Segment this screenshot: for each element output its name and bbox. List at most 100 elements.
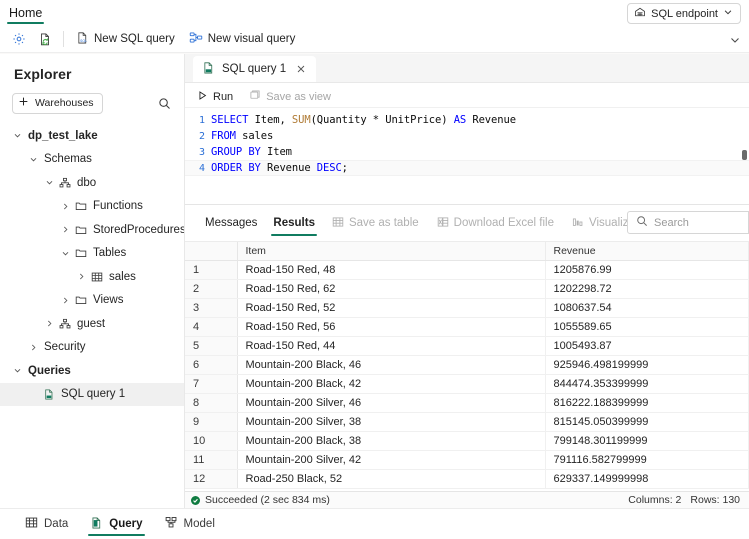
editor-toolbar: Run Save as view — [185, 86, 749, 108]
chevron-right-icon[interactable] — [26, 343, 40, 352]
cell-item[interactable]: Mountain-200 Silver, 42 — [237, 450, 546, 470]
play-icon — [197, 90, 208, 104]
folder-icon — [72, 224, 89, 236]
cell-item[interactable]: Road-250 Black, 52 — [237, 469, 546, 489]
table-row[interactable]: 4 Road-150 Red, 56 1055589.65 — [185, 317, 749, 337]
code-line: 1 SELECT Item, SUM(Quantity * UnitPrice) … — [185, 112, 749, 128]
chevron-down-icon[interactable] — [42, 178, 56, 187]
cell-revenue[interactable]: 791116.582799999 — [545, 450, 749, 470]
add-warehouses-button[interactable]: Warehouses — [12, 92, 103, 114]
ribbon-expand-chevron-icon[interactable] — [729, 33, 741, 51]
chevron-right-icon[interactable] — [74, 272, 88, 281]
editor-vertical-scrollbar[interactable] — [742, 150, 747, 160]
tree-item-dbo[interactable]: dbo — [0, 171, 184, 195]
sql-endpoint-label: SQL endpoint — [651, 7, 718, 20]
tree-item-sales[interactable]: sales — [0, 265, 184, 289]
tree-item-dp-test-lake[interactable]: dp_test_lake — [0, 124, 184, 148]
table-row[interactable]: 7 Mountain-200 Black, 42 844474.353399999 — [185, 374, 749, 394]
cell-item[interactable]: Road-150 Red, 62 — [237, 279, 546, 299]
table-row[interactable]: 1 Road-150 Red, 48 1205876.99 — [185, 260, 749, 280]
table-row[interactable]: 3 Road-150 Red, 52 1080637.54 — [185, 298, 749, 318]
save-as-view-button[interactable]: Save as view — [242, 87, 338, 107]
cell-item[interactable]: Mountain-200 Black, 38 — [237, 431, 546, 451]
cell-item[interactable]: Road-150 Red, 44 — [237, 336, 546, 356]
table-row[interactable]: 6 Mountain-200 Black, 46 925946.498199999 — [185, 355, 749, 375]
cell-revenue[interactable]: 816222.188399999 — [545, 393, 749, 413]
cell-revenue[interactable]: 799148.301199999 — [545, 431, 749, 451]
mode-item-model[interactable]: Model — [156, 509, 224, 539]
table-row[interactable]: 9 Mountain-200 Silver, 38 815145.050399999 — [185, 412, 749, 432]
settings-icon[interactable] — [6, 28, 32, 51]
cell-revenue[interactable]: 1055589.65 — [545, 317, 749, 337]
tree-item-storedprocedures[interactable]: StoredProcedures — [0, 218, 184, 242]
chevron-right-icon[interactable] — [58, 225, 72, 234]
tab-messages[interactable]: Messages — [197, 205, 265, 241]
chevron-down-icon[interactable] — [10, 366, 24, 375]
table-row[interactable]: 12 Road-250 Black, 52 629337.149999998 — [185, 469, 749, 489]
tree-item-views[interactable]: Views — [0, 289, 184, 313]
tree-item-guest[interactable]: guest — [0, 312, 184, 336]
cell-revenue[interactable]: 844474.353399999 — [545, 374, 749, 394]
mode-item-query[interactable]: Query — [81, 509, 151, 539]
chevron-down-icon[interactable] — [58, 249, 72, 258]
column-header-revenue[interactable]: Revenue — [545, 242, 749, 261]
table-row[interactable]: 11 Mountain-200 Silver, 42 791116.58279999… — [185, 450, 749, 470]
new-visual-query-button[interactable]: New visual query — [182, 28, 303, 51]
chevron-down-icon[interactable] — [10, 131, 24, 140]
table-row[interactable]: 10 Mountain-200 Black, 38 799148.301199999 — [185, 431, 749, 451]
cell-item[interactable]: Road-150 Red, 56 — [237, 317, 546, 337]
table-row[interactable]: 2 Road-150 Red, 62 1202298.72 — [185, 279, 749, 299]
chevron-right-icon[interactable] — [42, 319, 56, 328]
results-search-input[interactable]: Search — [627, 211, 749, 234]
cell-revenue[interactable]: 1005493.87 — [545, 336, 749, 356]
document-tab-sql-query-1[interactable]: SQL query 1 — [193, 56, 317, 82]
table-row[interactable]: 8 Mountain-200 Silver, 46 816222.188399999 — [185, 393, 749, 413]
close-icon[interactable] — [293, 61, 309, 77]
cell-item[interactable]: Mountain-200 Silver, 46 — [237, 393, 546, 413]
cell-revenue[interactable]: 925946.498199999 — [545, 355, 749, 375]
tree-item-security[interactable]: Security — [0, 336, 184, 360]
results-search-placeholder: Search — [654, 216, 689, 229]
tree-item-queries[interactable]: Queries — [0, 359, 184, 383]
new-sql-query-button[interactable]: SQL New SQL query — [69, 28, 182, 51]
sql-code-editor[interactable]: 1 SELECT Item, SUM(Quantity * UnitPrice) … — [185, 108, 749, 204]
cell-revenue[interactable]: 629337.149999998 — [545, 469, 749, 489]
cell-revenue[interactable]: 1202298.72 — [545, 279, 749, 299]
column-header-rownum[interactable] — [185, 242, 238, 261]
cell-item[interactable]: Road-150 Red, 52 — [237, 298, 546, 318]
cell-item[interactable]: Mountain-200 Black, 46 — [237, 355, 546, 375]
chevron-right-icon[interactable] — [58, 202, 72, 211]
ribbon-tab-home[interactable]: Home — [0, 0, 51, 26]
save-as-table-button[interactable]: Save as table — [323, 205, 428, 241]
chevron-right-icon[interactable] — [58, 296, 72, 305]
save-as-view-label: Save as view — [266, 90, 331, 103]
cell-item[interactable]: Road-150 Red, 48 — [237, 260, 546, 280]
tree-item-sql-query-1[interactable]: SQL query 1 — [0, 382, 184, 406]
tree-item-label: dp_test_lake — [28, 129, 98, 142]
mode-item-data[interactable]: Data — [16, 509, 77, 539]
save-view-icon — [249, 89, 261, 104]
cell-item[interactable]: Mountain-200 Black, 42 — [237, 374, 546, 394]
chevron-down-icon[interactable] — [26, 155, 40, 164]
cell-revenue[interactable]: 1080637.54 — [545, 298, 749, 318]
refresh-file-icon[interactable] — [32, 28, 58, 51]
sql-endpoint-selector[interactable]: SQL endpoint — [627, 3, 741, 24]
tree-item-functions[interactable]: Functions — [0, 195, 184, 219]
results-grid-container[interactable]: Item Revenue 1 Road-150 Red, 48 1205876.99… — [185, 241, 749, 491]
line-number: 3 — [198, 146, 205, 158]
excel-icon — [437, 216, 449, 231]
cell-revenue[interactable]: 815145.050399999 — [545, 412, 749, 432]
table-row[interactable]: 5 Road-150 Red, 44 1005493.87 — [185, 336, 749, 356]
column-header-item[interactable]: Item — [237, 242, 546, 261]
search-icon[interactable] — [154, 93, 174, 113]
fabric-sql-endpoint-window: Home SQL endpoint SQL New SQL query New … — [0, 0, 749, 539]
tree-item-schemas[interactable]: Schemas — [0, 148, 184, 172]
tree-item-tables[interactable]: Tables — [0, 242, 184, 266]
cell-item[interactable]: Mountain-200 Silver, 38 — [237, 412, 546, 432]
cell-rownum: 6 — [185, 355, 238, 375]
tab-results[interactable]: Results — [265, 205, 323, 241]
cell-revenue[interactable]: 1205876.99 — [545, 260, 749, 280]
download-excel-button[interactable]: Download Excel file — [428, 205, 563, 241]
run-button[interactable]: Run — [190, 87, 240, 107]
chevron-down-icon — [723, 7, 733, 20]
